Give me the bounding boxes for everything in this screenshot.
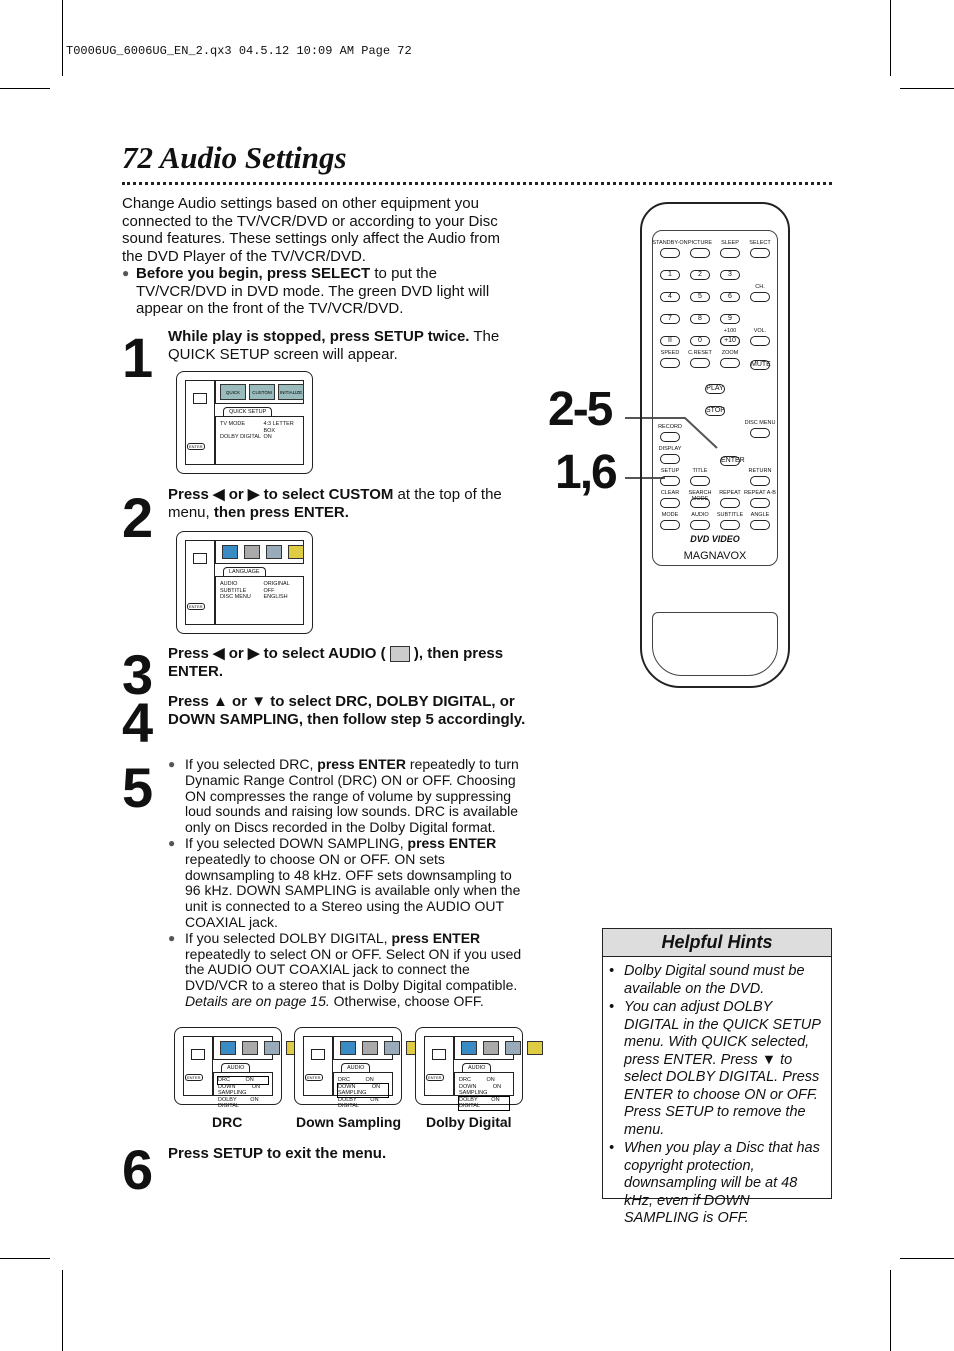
tv-icon: [311, 1049, 325, 1060]
menu-row: DOLBY DIGITAL ON: [458, 1095, 510, 1111]
menu-row: DOLBY DIGITAL ON: [220, 434, 272, 440]
menu-row: DOWN SAMPLING ON: [459, 1083, 502, 1097]
tv-icon: [193, 393, 207, 404]
menu-icon-initialize: INITIALIZE: [278, 384, 304, 400]
nav-panel: ENTER: [185, 540, 215, 625]
menu-list: DRC ON DOWN SAMPLING ON DOLBY DIGITAL ON: [454, 1072, 514, 1111]
menu-tab: LANGUAGE: [223, 567, 266, 576]
remote-control: STANDBY-ON PICTURE SLEEP SELECT 1 2 3 CH. 4 5 6 7 8 9…: [640, 202, 790, 688]
nav-panel: ENTER: [183, 1036, 213, 1096]
step-number: 5: [122, 756, 153, 819]
callout-2-5: 2-5: [548, 383, 613, 436]
menu-icon: [244, 545, 260, 559]
menu-icon-custom: CUSTOM: [249, 384, 275, 400]
step-2-text: Press ◀ or ▶ to select CUSTOM at the top…: [168, 486, 502, 521]
caption-dolby-digital: Dolby Digital: [426, 1114, 512, 1130]
enter-label: ENTER: [187, 603, 205, 610]
step-number: 1: [122, 326, 153, 389]
menu-screen-quick: ENTER QUICK CUSTOM INITIALIZE QUICK SETUP TV …: [176, 371, 313, 474]
callout-1-6: 1,6: [555, 446, 618, 499]
enter-label: ENTER: [185, 1074, 203, 1081]
icon-bar: [454, 1036, 543, 1060]
caption-down-sampling: Down Sampling: [296, 1114, 401, 1130]
menu-screen-audio: ENTER AUDIO DRC ON DOWN SAMPLING ON DOLBY DIGI…: [415, 1027, 543, 1111]
step-number: 4: [122, 691, 153, 754]
enter-label: ENTER: [187, 443, 205, 450]
menu-icon: [264, 1041, 280, 1055]
menu-tab: AUDIO: [341, 1063, 371, 1072]
audio-icon: [389, 646, 410, 663]
intro: Change Audio settings based on other equ…: [122, 195, 512, 318]
menu-tab: QUICK SETUP: [223, 407, 273, 416]
menu-icon: [384, 1041, 400, 1055]
nav-panel: ENTER: [185, 380, 215, 465]
tv-icon: [432, 1049, 446, 1060]
step-1-text: While play is stopped, press SETUP twice…: [168, 328, 500, 363]
helpful-hints-box: Helpful Hints Dolby Digital sound must b…: [602, 928, 832, 1226]
caption-drc: DRC: [212, 1114, 243, 1130]
icon-bar: QUICK CUSTOM INITIALIZE: [215, 380, 304, 404]
menu-icon: [461, 1041, 477, 1055]
menu-icon: [483, 1041, 499, 1055]
menu-icon: [527, 1041, 543, 1055]
print-slug: T0006UG_6006UG_EN_2.qx3 04.5.12 10:09 AM…: [66, 44, 412, 58]
hints-title: Helpful Hints: [603, 929, 831, 957]
menu-screen-audio: ENTER AUDIO DRC ON DOWN SAMPLING ON DOLBY DIGI…: [174, 1027, 302, 1109]
menu-row: DISC MENU ENGLISH: [220, 594, 288, 600]
enter-label: ENTER: [426, 1074, 444, 1081]
step-number: 6: [122, 1138, 153, 1201]
dvd-logo: DVD VIDEO: [690, 534, 740, 544]
nav-panel: ENTER: [303, 1036, 333, 1096]
menu-row: DOLBY DIGITAL ON: [218, 1096, 259, 1110]
menu-icon: [505, 1041, 521, 1055]
menu-icon: [242, 1041, 258, 1055]
menu-list: DRC ON DOWN SAMPLING ON DOLBY DIGITAL ON: [333, 1072, 393, 1109]
menu-row: DOWN SAMPLING ON: [218, 1083, 261, 1097]
tv-icon: [191, 1049, 205, 1060]
title-divider: [122, 182, 832, 185]
step-3-text: Press ◀ or ▶ to select AUDIO ( ), then p…: [168, 645, 504, 680]
menu-icon-quick: QUICK: [220, 384, 246, 400]
menu-row: DOLBY DIGITAL ON: [338, 1096, 379, 1110]
hint-item: Dolby Digital sound must be available on…: [609, 963, 821, 998]
menu-icon: [222, 545, 238, 559]
menu-list: TV MODE 4:3 LETTER BOX DOLBY DIGITAL ON: [215, 416, 304, 465]
menu-row: DOWN SAMPLING ON: [337, 1082, 389, 1098]
menu-screen-audio: ENTER AUDIO DRC ON DOWN SAMPLING ON DOLBY DIGI…: [294, 1027, 422, 1109]
brand-logo: MAGNAVOX: [683, 550, 747, 562]
hint-item: You can adjust DOLBY DIGITAL in the QUIC…: [609, 999, 821, 1139]
icon-bar: [333, 1036, 422, 1060]
menu-icon: [288, 545, 304, 559]
icon-bar: [215, 540, 304, 564]
icon-bar: [213, 1036, 302, 1060]
step-6-text: Press SETUP to exit the menu.: [168, 1145, 387, 1162]
menu-list: AUDIO ORIGINAL SUBTITLE OFF DISC MENU ENGLISH: [215, 576, 304, 625]
page-title: 72 Audio Settings: [122, 140, 347, 175]
menu-icon: [362, 1041, 378, 1055]
menu-row: TV MODE 4:3 LETTER BOX: [220, 421, 294, 434]
tv-icon: [193, 553, 207, 564]
menu-list: DRC ON DOWN SAMPLING ON DOLBY DIGITAL ON: [213, 1072, 273, 1109]
menu-icon: [220, 1041, 236, 1055]
menu-tab: AUDIO: [221, 1063, 251, 1072]
menu-tab: AUDIO: [462, 1063, 492, 1072]
step-5-text: If you selected DRC, press ENTER repeate…: [168, 756, 530, 1010]
menu-icon: [266, 545, 282, 559]
step-4-text: Press ▲ or ▼ to select DRC, DOLBY DIGITA…: [168, 693, 526, 728]
enter-label: ENTER: [305, 1074, 323, 1081]
menu-icon: [340, 1041, 356, 1055]
step-number: 2: [122, 486, 153, 549]
menu-screen-language: ENTER LANGUAGE AUDIO ORIGINAL SUBTITLE OFF DIS…: [176, 531, 313, 634]
nav-panel: ENTER: [424, 1036, 454, 1096]
hint-item: When you play a Disc that has copyright …: [609, 1140, 821, 1228]
